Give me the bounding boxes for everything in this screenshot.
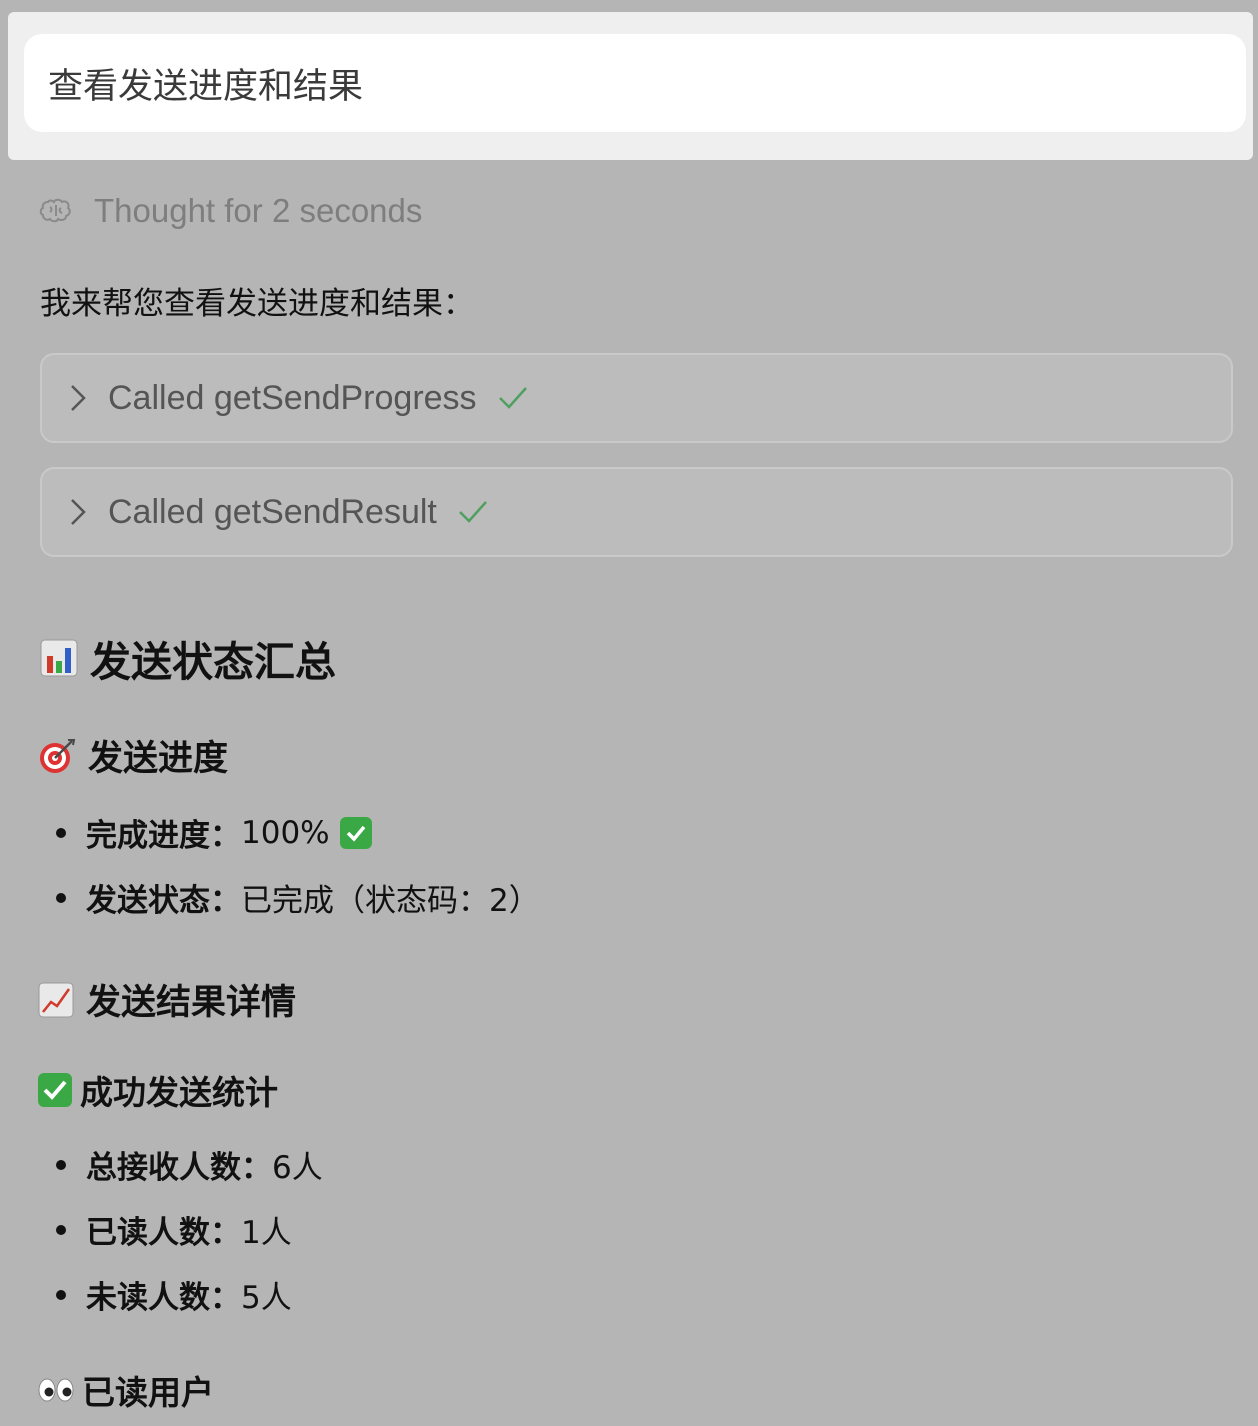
thought-label: Thought for 2 seconds: [94, 192, 423, 229]
tool-call-getsendresult[interactable]: Called getSendResult: [40, 467, 1233, 557]
progress-title: 发送进度: [88, 739, 229, 779]
item-value: 100%: [241, 814, 330, 851]
result-heading: 发送结果详情: [38, 974, 296, 1025]
item-value: 6人: [272, 1150, 323, 1186]
item-value: 已完成（状态码：2）: [241, 883, 540, 919]
thought-toggle[interactable]: Thought for 2 seconds: [38, 192, 422, 230]
list-item: 未读人数： 5人: [56, 1272, 292, 1317]
result-title: 发送结果详情: [86, 983, 297, 1023]
item-value: 1人: [241, 1215, 292, 1251]
chevron-right-icon: [68, 383, 88, 413]
check-icon: [457, 499, 489, 525]
item-label: 总接收人数：: [86, 1150, 272, 1186]
read-users-title: 已读用户: [82, 1373, 214, 1412]
bullet-dot: [56, 1224, 66, 1235]
success-heading: 成功发送统计: [38, 1066, 278, 1114]
trending-up-icon: [38, 982, 74, 1018]
progress-heading: 发送进度: [38, 730, 228, 781]
chat-page: 查看发送进度和结果 Thought for 2 seconds 我来帮您查看发送…: [0, 0, 1258, 1426]
chevron-right-icon: [68, 497, 88, 527]
target-icon: [38, 737, 76, 775]
item-label: 发送状态：: [86, 883, 241, 919]
bullet-dot: [56, 1159, 66, 1170]
bullet-dot: [56, 827, 66, 838]
item-label: 完成进度：: [86, 818, 241, 854]
check-icon: [497, 385, 529, 411]
user-message-container: 查看发送进度和结果: [8, 12, 1253, 160]
green-check-icon: [38, 1073, 72, 1107]
user-message: 查看发送进度和结果: [24, 34, 1246, 132]
list-item: 发送状态： 已完成（状态码：2）: [56, 875, 540, 920]
bar-chart-icon: [40, 639, 78, 677]
tool-call-getsendprogress[interactable]: Called getSendProgress: [40, 353, 1233, 443]
green-check-icon: [339, 816, 372, 849]
summary-title: 发送状态汇总: [90, 638, 336, 686]
list-item: 已读人数： 1人: [56, 1207, 292, 1252]
item-value: 5人: [241, 1280, 292, 1316]
brain-icon: [39, 198, 71, 223]
bullet-dot: [56, 892, 66, 903]
success-title: 成功发送统计: [80, 1073, 278, 1112]
read-users-heading: 已读用户: [38, 1366, 214, 1414]
list-item: 完成进度： 100%: [56, 810, 372, 855]
assistant-intro: 我来帮您查看发送进度和结果：: [40, 286, 474, 322]
bullet-dot: [56, 1289, 66, 1300]
list-item: 总接收人数： 6人: [56, 1142, 323, 1187]
item-label: 已读人数：: [86, 1215, 241, 1251]
eyes-icon: [38, 1377, 74, 1403]
tool-call-label: Called getSendResult: [108, 492, 437, 531]
summary-heading: 发送状态汇总: [40, 628, 336, 688]
item-label: 未读人数：: [86, 1280, 241, 1316]
tool-call-label: Called getSendProgress: [108, 378, 477, 417]
